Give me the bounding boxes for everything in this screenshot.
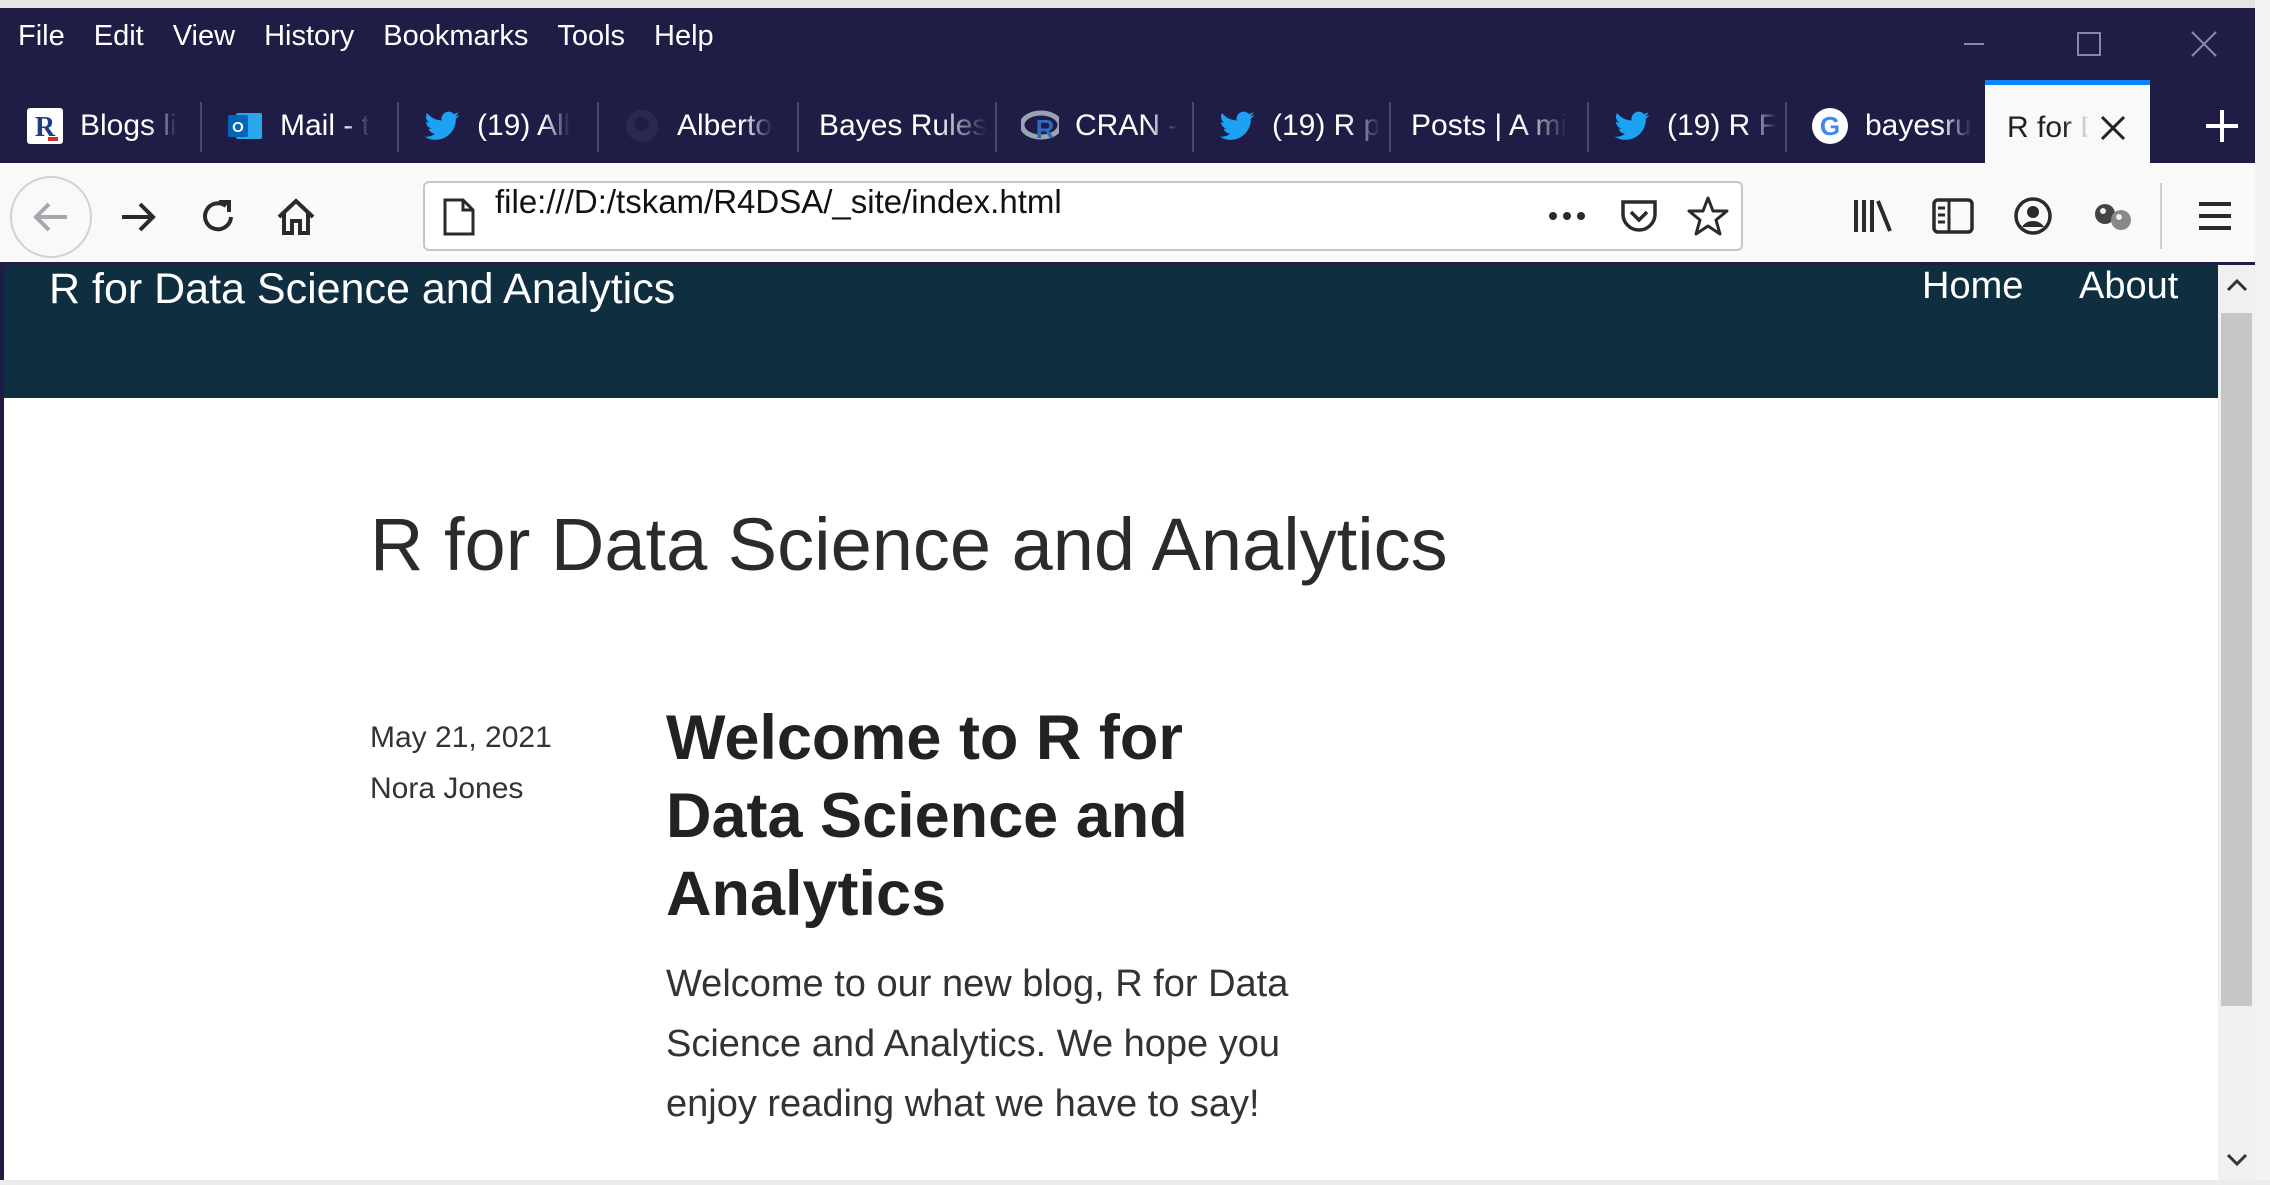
twitter-icon [1613,107,1651,145]
vertical-scrollbar[interactable] [2218,265,2255,1180]
forward-button[interactable] [110,189,166,245]
reload-button[interactable] [190,189,246,245]
post-author: Nora Jones [370,772,524,805]
account-button[interactable] [2008,191,2058,241]
page-icon [441,197,477,241]
home-button[interactable] [268,189,324,245]
forward-arrow-icon [122,202,156,232]
post-title-link[interactable]: Welcome to R for Data Science and Analyt… [666,699,1266,933]
menu-bar: File Edit View History Bookmarks Tools H… [0,8,724,64]
tab[interactable]: R CRAN - [995,80,1190,171]
site-title-link[interactable]: R for Data Science and Analytics [49,265,675,398]
close-tab-icon[interactable] [2099,114,2127,142]
site-header: R for Data Science and Analytics Home Ab… [4,265,2218,398]
tab[interactable]: Bayes Rules [797,80,993,171]
tab[interactable]: O Mail - t [200,80,395,171]
twitter-icon [423,107,461,145]
extension-button[interactable] [2088,191,2138,241]
google-icon: G [1811,107,1849,145]
library-icon [1854,200,1892,232]
reload-icon [203,200,233,232]
post-excerpt: Welcome to our new blog, R for Data Scie… [666,963,1289,1125]
tab[interactable]: (19) All [397,80,595,171]
menu-bookmarks[interactable]: Bookmarks [383,20,528,53]
page-content: R for Data Science and Analytics Home Ab… [4,265,2218,1180]
twitter-icon [1218,107,1256,145]
menu-button[interactable] [2190,191,2240,241]
outlook-icon: O [226,107,264,145]
svg-text:G: G [1820,111,1840,141]
menu-view[interactable]: View [173,20,235,53]
back-arrow-icon [33,202,67,232]
pocket-icon[interactable] [1619,196,1659,240]
scrollbar-thumb[interactable] [2221,313,2252,1006]
browser-window: File Edit View History Bookmarks Tools H… [0,8,2255,1180]
svg-text:O: O [232,119,244,136]
scroll-up-button[interactable] [2218,265,2255,305]
tab[interactable]: G bayesru [1785,80,1983,171]
tab[interactable]: Alberto [597,80,795,171]
r-logo-icon: R [26,107,64,145]
toolbar-separator [2160,183,2162,249]
menu-edit[interactable]: Edit [94,20,144,53]
svg-text:R: R [1036,114,1055,144]
desktop-background-strip-bottom [0,1180,2270,1185]
maximize-button[interactable] [2057,8,2121,80]
tab[interactable]: (19) R F [1587,80,1783,171]
home-icon [277,198,315,235]
nav-link-about[interactable]: About [2079,265,2178,398]
menu-history[interactable]: History [264,20,354,53]
back-button[interactable] [10,176,92,258]
scroll-down-button[interactable] [2218,1140,2255,1180]
page-title: R for Data Science and Analytics [370,503,1448,586]
new-tab-button[interactable] [2186,80,2255,171]
sidebar-icon [1932,198,1974,234]
tab[interactable]: R Blogs li [0,80,198,171]
menu-tools[interactable]: Tools [557,20,625,53]
url-text[interactable]: file:///D:/tskam/R4DSA/_site/index.html [495,183,1062,249]
plus-icon [2206,109,2238,142]
library-button[interactable] [1848,191,1898,241]
github-icon [623,107,661,145]
tab-strip: R Blogs li O Mail - t (19) All Alberto B… [0,80,2255,171]
r-cran-icon: R [1021,107,1059,145]
chevron-up-icon [2226,278,2247,292]
tab[interactable]: (19) R p [1192,80,1387,171]
tab-active[interactable]: R for Da [1985,80,2150,171]
hamburger-menu-icon [2199,202,2231,230]
page-actions-icon[interactable] [1545,198,1589,238]
account-icon [2014,197,2052,235]
nav-link-home[interactable]: Home [1922,265,2023,398]
extension-icon [2095,204,2131,230]
sidebar-button[interactable] [1928,191,1978,241]
url-bar[interactable]: file:///D:/tskam/R4DSA/_site/index.html [423,181,1743,251]
bookmark-star-icon[interactable] [1687,195,1729,241]
tab[interactable]: Posts | A mi [1389,80,1585,171]
close-window-button[interactable] [2172,8,2236,80]
close-icon [2191,31,2217,57]
maximize-icon [2077,32,2101,56]
menu-help[interactable]: Help [654,20,714,53]
navigation-toolbar: file:///D:/tskam/R4DSA/_site/index.html [0,163,2255,262]
desktop-background-strip [0,0,2270,8]
minimize-button[interactable] [1942,8,2006,80]
post-date: May 21, 2021 [370,721,552,754]
menu-file[interactable]: File [18,20,65,53]
chevron-down-icon [2226,1153,2247,1167]
desktop-background-strip-right [2255,0,2270,1185]
minimize-icon [1964,43,1984,45]
